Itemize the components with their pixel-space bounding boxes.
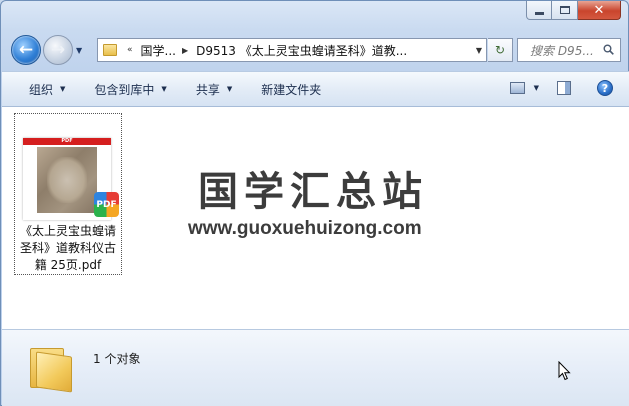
file-name-line: 圣科》道教科仪古 [19, 241, 116, 255]
search-icon[interactable] [603, 44, 614, 55]
file-name-line: 《太上灵宝虫蝗请 [19, 224, 116, 238]
item-count: 1 个对象 [93, 352, 141, 366]
back-button[interactable]: ← [11, 35, 41, 65]
address-dropdown-icon[interactable]: ▼ [476, 46, 482, 55]
organize-menu[interactable]: 组织 ▼ [29, 81, 65, 98]
share-label: 共享 [195, 82, 220, 97]
include-in-library-menu[interactable]: 包含到库中 ▼ [94, 81, 166, 98]
preview-pane-icon[interactable] [557, 81, 571, 95]
organize-label: 组织 [29, 82, 54, 97]
refresh-button[interactable]: ↻ [488, 38, 513, 62]
chevron-down-icon: ▼ [226, 85, 233, 93]
thumbnail-header: PDF [23, 138, 111, 145]
forward-arrow-icon: → [50, 39, 66, 60]
explorer-window: ✕ ← → ▼ « 国学... ▶ D9513 《太上灵宝虫蝗请圣科》道教...… [0, 0, 629, 406]
share-menu[interactable]: 共享 ▼ [196, 81, 232, 98]
mouse-cursor-icon [558, 361, 571, 381]
caption-buttons: ✕ [526, 1, 621, 21]
help-icon[interactable]: ? [597, 80, 613, 96]
watermark-text: 国学汇总站 [198, 168, 428, 215]
search-box[interactable]: 搜索 D95... [517, 38, 621, 62]
breadcrumb-item[interactable]: 国学... [141, 42, 176, 59]
watermark-url: www.guoxuehuizong.com [188, 218, 422, 239]
maximize-icon [559, 6, 570, 14]
forward-button[interactable]: → [43, 35, 73, 65]
view-controls: ▼ ? [509, 80, 613, 96]
breadcrumb-separator-icon[interactable]: ▶ [182, 46, 188, 55]
file-item[interactable]: PDF PDF 《太上灵宝虫蝗请 圣科》道教科仪古 籍 25页.pdf [14, 113, 122, 275]
folder-icon [103, 44, 117, 56]
breadcrumb-item-current[interactable]: D9513 《太上灵宝虫蝗请圣科》道教... [196, 42, 407, 59]
file-name[interactable]: 《太上灵宝虫蝗请 圣科》道教科仪古 籍 25页.pdf [15, 223, 121, 274]
minimize-button[interactable] [526, 1, 552, 20]
view-options-dropdown[interactable]: ▼ [534, 84, 539, 92]
chevron-down-icon: ▼ [60, 85, 66, 93]
pdf-icon: PDF [94, 192, 119, 217]
back-arrow-icon: ← [18, 39, 34, 60]
search-input[interactable]: 搜索 D95... [530, 42, 600, 59]
chevron-down-icon: ▼ [161, 85, 167, 93]
minimize-icon [534, 11, 544, 15]
file-list-area[interactable]: PDF PDF 《太上灵宝虫蝗请 圣科》道教科仪古 籍 25页.pdf 国学汇总… [2, 107, 629, 329]
address-bar[interactable]: « 国学... ▶ D9513 《太上灵宝虫蝗请圣科》道教... ▼ [97, 38, 487, 62]
maximize-button[interactable] [552, 1, 578, 20]
include-in-library-label: 包含到库中 [94, 82, 155, 97]
command-bar: 组织 ▼ 包含到库中 ▼ 共享 ▼ 新建文件夹 ▼ ? [2, 71, 629, 107]
recent-pages-dropdown[interactable]: ▼ [76, 46, 82, 55]
close-button[interactable]: ✕ [578, 1, 621, 20]
details-pane: 1 个对象 [2, 329, 629, 406]
new-folder-label: 新建文件夹 [261, 82, 322, 97]
close-icon: ✕ [593, 2, 605, 18]
navigation-buttons: ← → ▼ [11, 34, 82, 66]
change-view-icon[interactable] [509, 82, 525, 94]
file-name-line: 籍 25页.pdf [34, 258, 102, 272]
new-folder-button[interactable]: 新建文件夹 [261, 81, 321, 98]
refresh-icon: ↻ [494, 43, 506, 57]
folder-large-icon [30, 344, 72, 393]
scanned-page-image [37, 147, 97, 213]
breadcrumb-overflow[interactable]: « [127, 45, 133, 55]
